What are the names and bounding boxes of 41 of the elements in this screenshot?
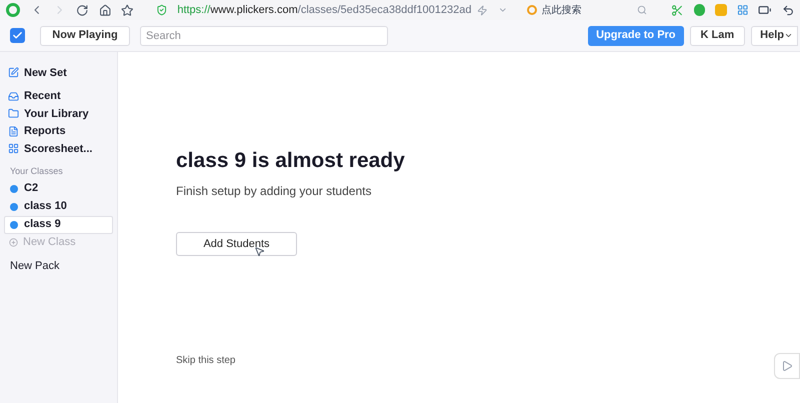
page-subtitle: Finish setup by adding your students xyxy=(176,183,372,200)
skip-link[interactable]: Skip this step xyxy=(176,353,800,368)
grid-icon xyxy=(8,143,19,154)
browser-logo-icon xyxy=(6,3,20,17)
sidebar-item[interactable]: Scoresheet... xyxy=(4,140,113,158)
logo-icon xyxy=(10,28,25,43)
user-button[interactable]: K Lam xyxy=(690,26,746,46)
sidebar-item[interactable]: New Set xyxy=(4,64,113,82)
star-icon[interactable] xyxy=(121,4,134,16)
class-item[interactable]: class 10 xyxy=(4,198,113,216)
help-button[interactable]: Help xyxy=(751,26,798,46)
sidebar-item[interactable]: Recent xyxy=(4,88,113,105)
lightning-icon[interactable] xyxy=(477,4,488,16)
page-title: class 9 is almost ready xyxy=(176,148,406,174)
undo-icon[interactable] xyxy=(782,4,794,16)
class-item[interactable]: C2 xyxy=(4,180,113,198)
search-icon[interactable] xyxy=(637,5,648,15)
extension-icon[interactable] xyxy=(694,4,706,16)
edit-icon xyxy=(8,67,19,78)
home-icon[interactable] xyxy=(98,4,112,16)
reload-icon[interactable] xyxy=(76,4,89,16)
now-playing-button[interactable]: Now Playing xyxy=(40,26,130,46)
class-item[interactable]: class 9 xyxy=(4,216,113,234)
scissors-icon[interactable] xyxy=(671,4,684,16)
caret-icon xyxy=(784,31,793,40)
shield-icon xyxy=(156,4,168,16)
browser-search-field[interactable]: 点此搜索 xyxy=(527,2,648,18)
document-icon xyxy=(8,126,19,137)
plus-icon xyxy=(9,238,18,247)
apps-icon[interactable] xyxy=(736,4,748,16)
battery-icon[interactable] xyxy=(758,3,772,17)
cursor-icon xyxy=(254,246,265,257)
sidebar-item[interactable]: Your Library xyxy=(4,105,113,122)
sidebar-item[interactable]: Reports xyxy=(4,122,113,140)
tray-icon xyxy=(8,90,19,102)
classes-heading: Your Classes xyxy=(9,164,64,178)
search-field[interactable]: Search xyxy=(140,26,388,46)
add-students-button[interactable]: Add Students xyxy=(176,232,297,256)
video-icon[interactable] xyxy=(774,353,800,379)
new-pack-item[interactable]: New Pack xyxy=(4,258,113,276)
folder-icon xyxy=(8,108,19,120)
